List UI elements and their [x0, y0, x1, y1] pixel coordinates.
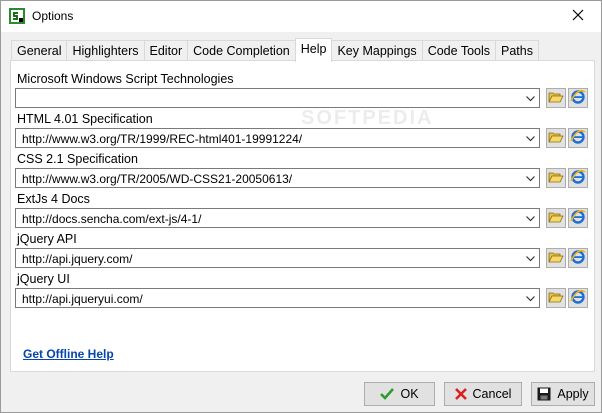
open-folder-icon	[548, 130, 564, 147]
tab-help[interactable]: Help	[294, 38, 333, 62]
ok-button[interactable]: OK	[364, 382, 435, 406]
ok-label: OK	[400, 387, 419, 401]
browse-folder-button[interactable]	[546, 288, 566, 308]
dropdown-arrow[interactable]	[522, 209, 539, 227]
open-browser-button[interactable]	[568, 168, 588, 188]
tab-editor[interactable]: Editor	[143, 40, 189, 61]
url-combo[interactable]: http://api.jquery.com/	[15, 248, 540, 268]
url-combo[interactable]: http://docs.sencha.com/ext-js/4-1/	[15, 208, 540, 228]
apply-button[interactable]: Apply	[531, 382, 595, 406]
help-panel: SOFTPEDIA Microsoft Windows Script Techn…	[10, 60, 595, 372]
open-folder-icon	[548, 210, 564, 227]
internet-explorer-icon	[570, 129, 586, 148]
url-combo[interactable]: http://api.jqueryui.com/	[15, 288, 540, 308]
chevron-down-icon	[526, 91, 535, 105]
chevron-down-icon	[526, 171, 535, 185]
entry-label: jQuery UI	[17, 272, 70, 286]
entry-label: HTML 4.01 Specification	[17, 112, 153, 126]
apply-label: Apply	[557, 387, 589, 401]
entry-label: ExtJs 4 Docs	[17, 192, 90, 206]
window-title: Options	[32, 9, 74, 23]
entry-label: CSS 2.1 Specification	[17, 152, 138, 166]
dropdown-arrow[interactable]	[522, 249, 539, 267]
browse-folder-button[interactable]	[546, 128, 566, 148]
cancel-x-icon	[454, 388, 467, 400]
cancel-label: Cancel	[472, 387, 512, 401]
close-icon	[572, 9, 584, 24]
chevron-down-icon	[526, 131, 535, 145]
url-value: http://api.jquery.com/	[22, 252, 133, 266]
app-logo-icon	[9, 8, 25, 24]
tab-code-tools[interactable]: Code Tools	[421, 40, 496, 61]
tab-paths[interactable]: Paths	[495, 40, 539, 61]
browse-folder-button[interactable]	[546, 248, 566, 268]
checkmark-icon	[380, 388, 395, 400]
open-browser-button[interactable]	[568, 288, 588, 308]
dropdown-arrow[interactable]	[522, 89, 539, 107]
chevron-down-icon	[526, 291, 535, 305]
url-value: http://docs.sencha.com/ext-js/4-1/	[22, 212, 202, 226]
tab-general[interactable]: General	[11, 40, 68, 61]
tab-highlighters[interactable]: Highlighters	[66, 40, 145, 61]
close-button[interactable]	[555, 1, 601, 32]
url-value: http://www.w3.org/TR/1999/REC-html401-19…	[22, 132, 303, 146]
watermark: SOFTPEDIA	[301, 107, 434, 129]
save-disk-icon	[537, 387, 551, 401]
url-combo[interactable]: http://www.w3.org/TR/1999/REC-html401-19…	[15, 128, 540, 148]
open-folder-icon	[548, 90, 564, 107]
open-folder-icon	[548, 250, 564, 267]
open-browser-button[interactable]	[568, 208, 588, 228]
url-value: http://www.w3.org/TR/2005/WD-CSS21-20050…	[22, 172, 293, 186]
open-folder-icon	[548, 290, 564, 307]
tab-code-completion[interactable]: Code Completion	[187, 40, 296, 61]
browse-folder-button[interactable]	[546, 88, 566, 108]
internet-explorer-icon	[570, 209, 586, 228]
url-combo[interactable]: http://www.w3.org/TR/2005/WD-CSS21-20050…	[15, 168, 540, 188]
entry-label: Microsoft Windows Script Technologies	[17, 72, 234, 86]
tab-key-mappings[interactable]: Key Mappings	[331, 40, 423, 61]
entry-label: jQuery API	[17, 232, 77, 246]
browse-folder-button[interactable]	[546, 168, 566, 188]
url-value: http://api.jqueryui.com/	[22, 292, 143, 306]
url-combo[interactable]	[15, 88, 540, 108]
dropdown-arrow[interactable]	[522, 169, 539, 187]
tab-strip: General Highlighters Editor Code Complet…	[11, 38, 539, 62]
browse-folder-button[interactable]	[546, 208, 566, 228]
open-folder-icon	[548, 170, 564, 187]
internet-explorer-icon	[570, 169, 586, 188]
chevron-down-icon	[526, 251, 535, 265]
internet-explorer-icon	[570, 249, 586, 268]
options-window: Options General Highlighters Editor Code…	[0, 0, 602, 413]
dropdown-arrow[interactable]	[522, 289, 539, 307]
dropdown-arrow[interactable]	[522, 129, 539, 147]
title-bar: Options	[1, 1, 601, 32]
cancel-button[interactable]: Cancel	[444, 382, 522, 406]
internet-explorer-icon	[570, 289, 586, 308]
open-browser-button[interactable]	[568, 128, 588, 148]
internet-explorer-icon	[570, 89, 586, 108]
chevron-down-icon	[526, 211, 535, 225]
open-browser-button[interactable]	[568, 248, 588, 268]
get-offline-help-link[interactable]: Get Offline Help	[23, 347, 114, 361]
open-browser-button[interactable]	[568, 88, 588, 108]
